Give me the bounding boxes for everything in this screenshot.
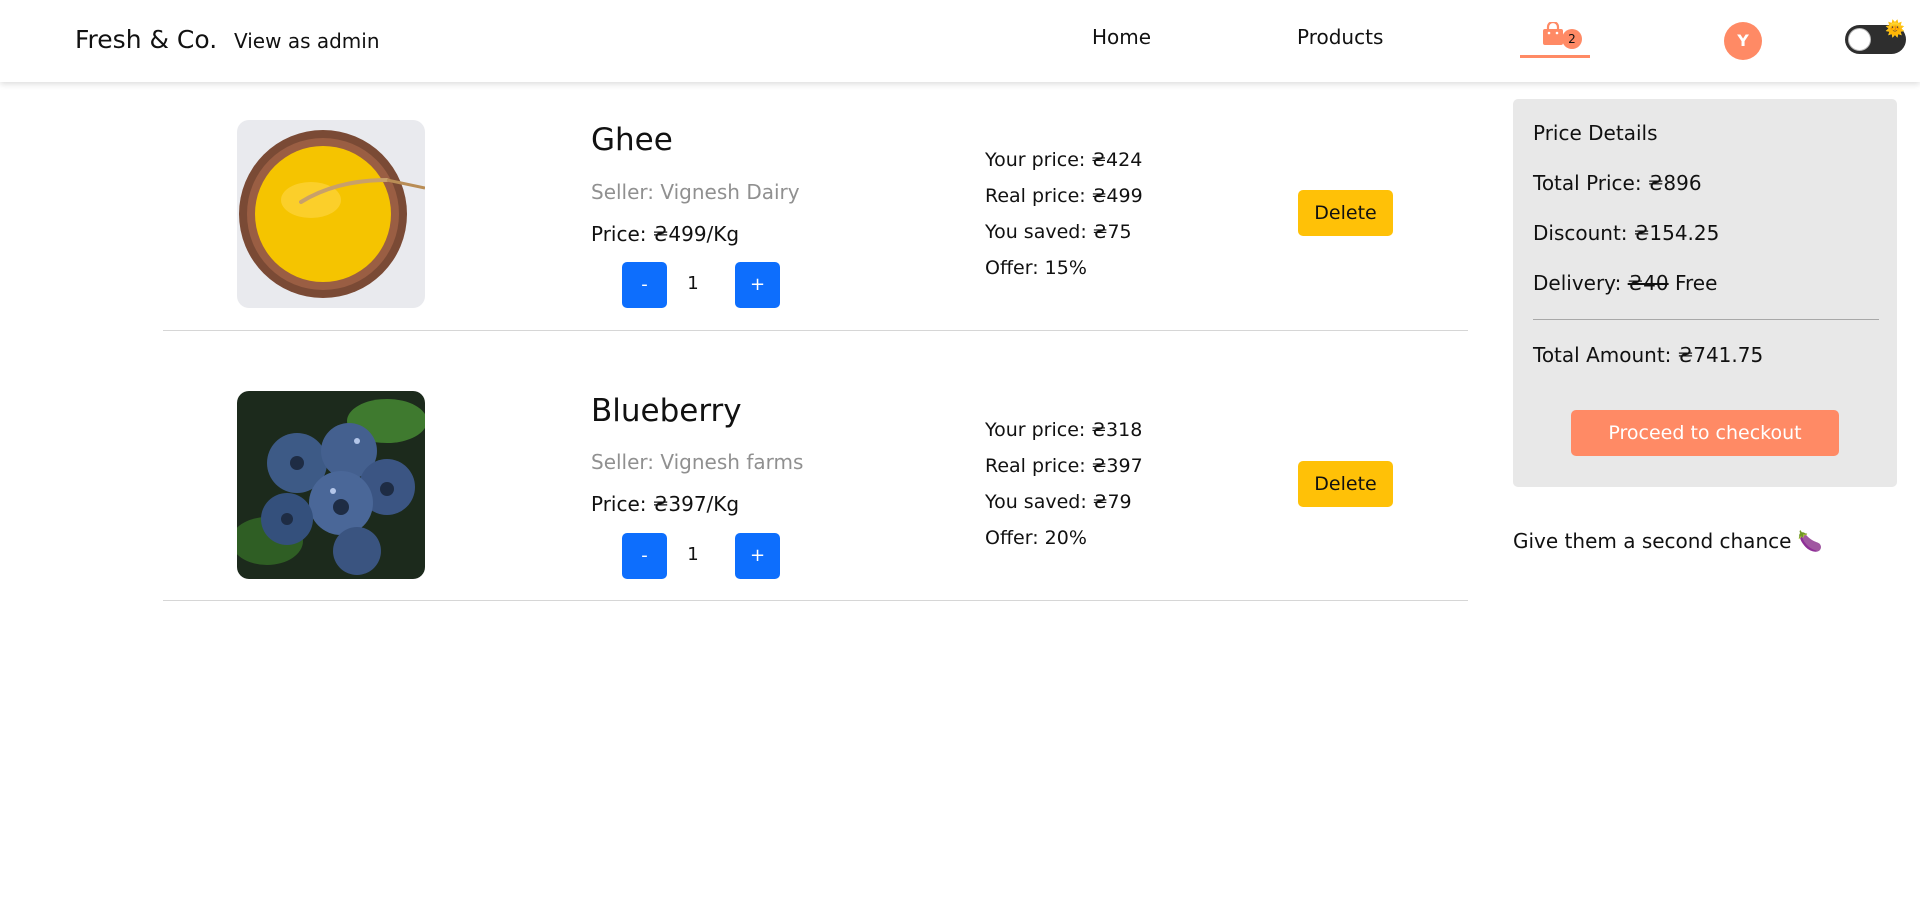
offer: Offer: 15%	[985, 257, 1087, 279]
you-saved: You saved: ₴79	[985, 491, 1132, 513]
shopping-bag-icon	[1543, 22, 1563, 45]
discount: Discount: ₴154.25	[1533, 221, 1720, 245]
product-unit-price: Price: ₴397/Kg	[591, 492, 740, 516]
product-name[interactable]: Ghee	[591, 122, 673, 158]
product-unit-price: Price: ₴499/Kg	[591, 222, 740, 246]
nav-products[interactable]: Products	[1297, 25, 1383, 49]
product-seller: Seller: Vignesh farms	[591, 450, 804, 474]
offer: Offer: 20%	[985, 527, 1087, 549]
total-amount: Total Amount: ₴741.75	[1533, 343, 1764, 367]
delivery: Delivery: ₴40 Free	[1533, 271, 1717, 295]
toggle-knob	[1848, 28, 1871, 51]
price-details-panel: Price Details Total Price: ₴896 Discount…	[1513, 99, 1897, 487]
delivery-label: Delivery:	[1533, 271, 1622, 295]
quantity-value: 1	[687, 273, 699, 294]
second-chance-text: Give them a second chance 🍆	[1513, 529, 1823, 553]
sun-emoji-icon: 🌞	[1885, 19, 1905, 38]
active-indicator	[1520, 55, 1590, 58]
brand-logo[interactable]: Fresh & Co.	[75, 25, 217, 54]
price-breakdown: Your price: ₴424 Real price: ₴499 You sa…	[985, 142, 1143, 286]
navbar: Fresh & Co. View as admin Home Products …	[0, 0, 1920, 82]
cart-count-badge: 2	[1562, 29, 1582, 49]
delete-button[interactable]: Delete	[1298, 190, 1393, 236]
real-price: Real price: ₴397	[985, 455, 1143, 477]
cart-link[interactable]: 2	[1520, 20, 1590, 58]
decrease-quantity-button[interactable]: -	[622, 262, 667, 308]
divider	[1533, 319, 1879, 320]
price-details-title: Price Details	[1533, 121, 1658, 145]
delete-button[interactable]: Delete	[1298, 461, 1393, 507]
real-price: Real price: ₴499	[985, 185, 1143, 207]
user-avatar[interactable]: Y	[1724, 22, 1762, 60]
you-saved: You saved: ₴75	[985, 221, 1132, 243]
your-price: Your price: ₴424	[985, 149, 1143, 171]
quantity-value: 1	[687, 544, 699, 565]
product-seller: Seller: Vignesh Dairy	[591, 180, 800, 204]
view-as-admin-link[interactable]: View as admin	[234, 29, 380, 53]
your-price: Your price: ₴318	[985, 419, 1143, 441]
blueberry-image	[237, 391, 425, 579]
cart-item-blueberry: Blueberry Seller: Vignesh farms Price: ₴…	[163, 330, 1468, 601]
cart-item-ghee: Ghee Seller: Vignesh Dairy Price: ₴499/K…	[163, 60, 1468, 331]
delivery-old-price: ₴40	[1627, 271, 1669, 295]
nav-home[interactable]: Home	[1092, 25, 1151, 49]
proceed-to-checkout-button[interactable]: Proceed to checkout	[1571, 410, 1839, 456]
price-breakdown: Your price: ₴318 Real price: ₴397 You sa…	[985, 412, 1143, 556]
ghee-image	[237, 120, 425, 308]
decrease-quantity-button[interactable]: -	[622, 533, 667, 579]
theme-toggle[interactable]: 🌞	[1845, 19, 1906, 54]
increase-quantity-button[interactable]: +	[735, 262, 780, 308]
product-name[interactable]: Blueberry	[591, 393, 742, 429]
increase-quantity-button[interactable]: +	[735, 533, 780, 579]
total-price: Total Price: ₴896	[1533, 171, 1702, 195]
delivery-free: Free	[1674, 271, 1718, 295]
